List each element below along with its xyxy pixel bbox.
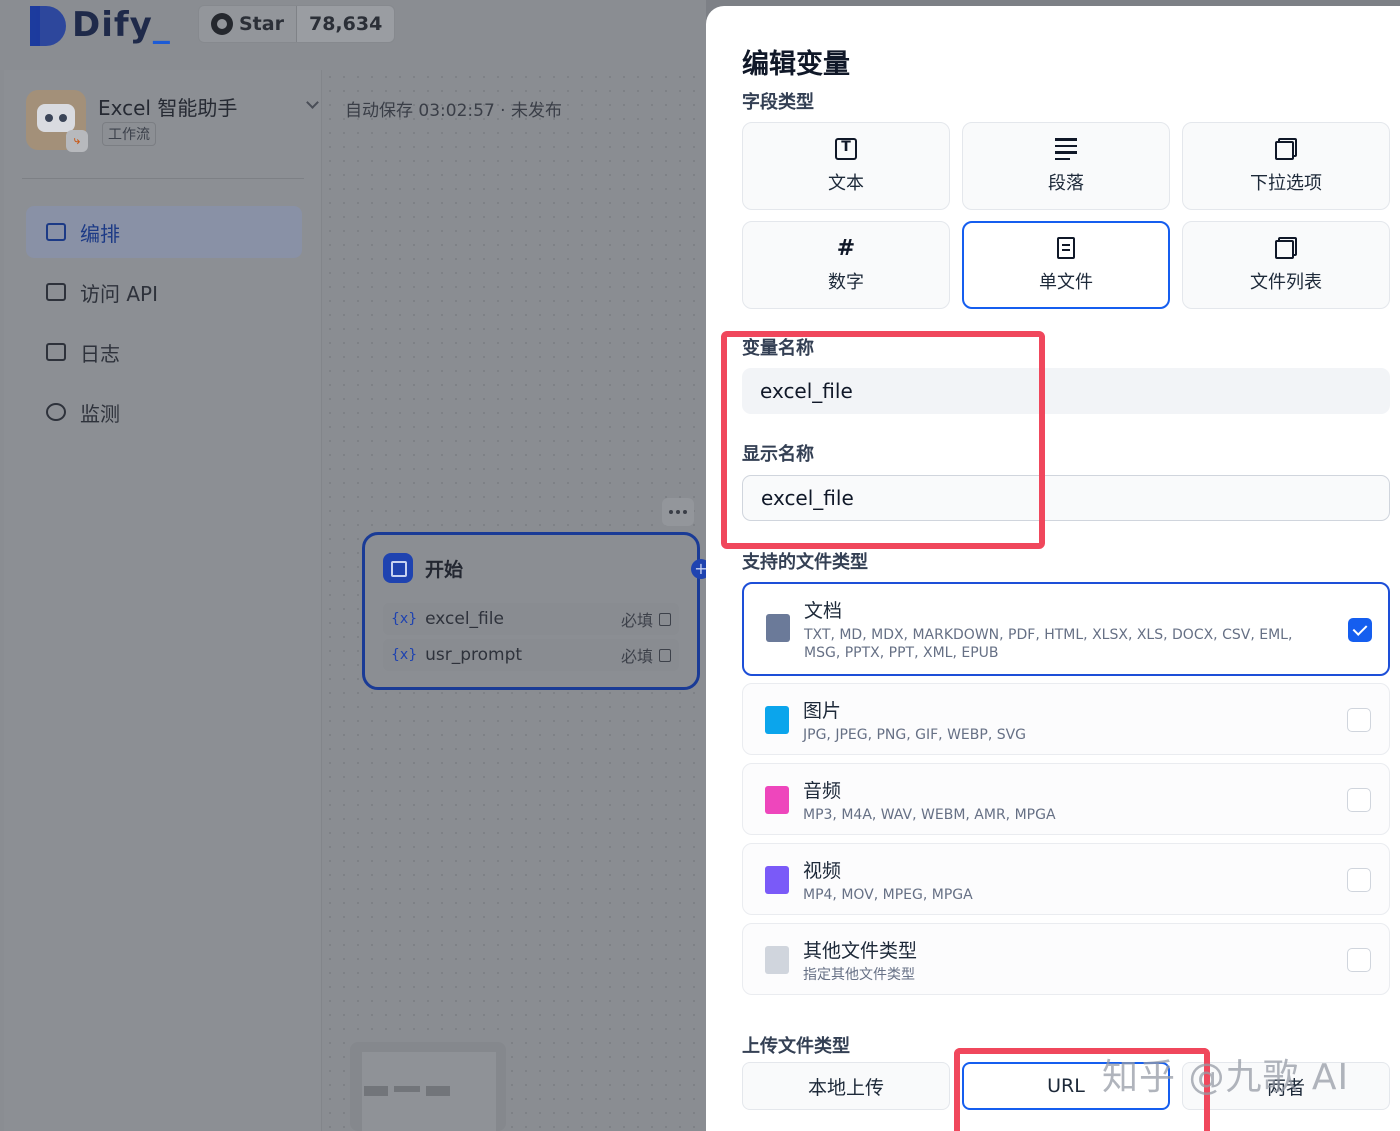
- field-type-label-single-file: 单文件: [1039, 272, 1093, 293]
- file-type-document[interactable]: 文档 TXT, MD, MDX, MARKDOWN, PDF, HTML, XL…: [742, 582, 1390, 676]
- file-list-icon: [1275, 237, 1297, 259]
- required-label: 必填: [620, 611, 653, 630]
- sidebar-item-label: 编排: [80, 221, 120, 246]
- image-icon: [765, 706, 789, 734]
- logo-text: Dify_: [72, 5, 171, 45]
- file-type-extensions: MP3, M4A, WAV, WEBM, AMR, MPGA: [803, 807, 1056, 823]
- field-type-number[interactable]: # 数字: [742, 221, 950, 309]
- paragraph-icon: [1055, 138, 1077, 160]
- file-type-other[interactable]: 其他文件类型 指定其他文件类型: [742, 923, 1390, 995]
- supported-file-types-label: 支持的文件类型: [742, 552, 868, 573]
- modal-title: 编辑变量: [742, 49, 850, 80]
- sidebar-item-orchestrate[interactable]: 编排: [26, 206, 302, 258]
- workflow-badge-icon: ⤷: [66, 130, 88, 152]
- select-icon: [1275, 138, 1297, 160]
- edit-variable-modal: 编辑变量 字段类型 文本 段落 下拉选项 # 数字 单文件 文件列表 变量名称 …: [706, 6, 1400, 1131]
- app-switcher[interactable]: ⤷ Excel 智能助手 工作流: [26, 90, 319, 160]
- audio-icon: [765, 786, 789, 814]
- watermark: 知乎 @九歌 AI: [1102, 1057, 1350, 1098]
- highlight-box: [721, 331, 1045, 549]
- github-icon: [211, 13, 233, 35]
- upload-file-type-label: 上传文件类型: [742, 1036, 850, 1057]
- variable-icon: {x}: [391, 647, 418, 663]
- hash-icon: #: [836, 235, 856, 261]
- autosave-status: 自动保存 03:02:57 · 未发布: [345, 101, 562, 121]
- field-type-label: 字段类型: [742, 92, 814, 113]
- required-label: 必填: [620, 647, 653, 666]
- file-type-extensions: JPG, JPEG, PNG, GIF, WEBP, SVG: [803, 727, 1027, 743]
- text-box-icon: [835, 138, 857, 160]
- image-checkbox[interactable]: [1347, 708, 1371, 732]
- field-type-single-file[interactable]: 单文件: [962, 221, 1170, 309]
- sidebar-item-logs[interactable]: 日志: [26, 326, 302, 378]
- field-type-label-text: 文本: [828, 173, 864, 194]
- chevron-down-icon[interactable]: [306, 96, 319, 109]
- app-name: Excel 智能助手: [98, 96, 238, 120]
- variable-name: excel_file: [425, 609, 504, 629]
- file-type-extensions: 指定其他文件类型: [803, 967, 915, 983]
- app-type-badge: 工作流: [102, 122, 156, 146]
- dify-logo-icon: [28, 4, 68, 46]
- video-icon: [765, 866, 789, 894]
- node-variable-row[interactable]: {x} usr_prompt 必填: [383, 639, 679, 671]
- layout-icon: [46, 223, 66, 241]
- logs-icon: [46, 343, 66, 361]
- sidebar-item-monitor[interactable]: 监测: [26, 386, 302, 438]
- file-type-title: 文档: [804, 600, 843, 622]
- dify-logo[interactable]: Dify_: [28, 4, 171, 46]
- file-type-icon: [659, 612, 671, 626]
- file-icon: [1057, 237, 1075, 259]
- field-type-file-list[interactable]: 文件列表: [1182, 221, 1390, 309]
- other-checkbox[interactable]: [1347, 948, 1371, 972]
- field-type-label-select: 下拉选项: [1250, 173, 1322, 194]
- node-title: 开始: [425, 558, 464, 581]
- top-bar: Dify_ Star 78,634: [0, 0, 706, 52]
- sidebar-item-label: 监测: [80, 401, 120, 426]
- github-star-button[interactable]: Star 78,634: [198, 5, 396, 43]
- home-icon: [383, 553, 413, 583]
- app-background: Dify_ Star 78,634 ⤷ Excel 智能助手 工作流 编排 访问…: [0, 0, 711, 1131]
- app-avatar: ⤷: [26, 90, 88, 152]
- node-variable-row[interactable]: {x} excel_file 必填: [383, 603, 679, 635]
- file-type-image[interactable]: 图片 JPG, JPEG, PNG, GIF, WEBP, SVG: [742, 683, 1390, 755]
- document-checkbox[interactable]: [1348, 618, 1372, 642]
- field-type-select[interactable]: 下拉选项: [1182, 122, 1390, 210]
- gauge-icon: [46, 403, 66, 421]
- document-icon: [766, 614, 790, 642]
- sidebar-item-label: 访问 API: [80, 281, 158, 306]
- video-checkbox[interactable]: [1347, 868, 1371, 892]
- file-type-extensions: TXT, MD, MDX, MARKDOWN, PDF, HTML, XLSX,…: [804, 627, 1293, 661]
- audio-checkbox[interactable]: [1347, 788, 1371, 812]
- field-type-paragraph[interactable]: 段落: [962, 122, 1170, 210]
- file-type-title: 音频: [803, 780, 842, 802]
- other-file-icon: [765, 946, 789, 974]
- sidebar: ⤷ Excel 智能助手 工作流 编排 访问 API 日志 监测: [4, 70, 322, 1131]
- terminal-icon: [46, 283, 66, 301]
- file-type-extensions: MP4, MOV, MPEG, MPGA: [803, 887, 973, 903]
- sidebar-divider: [22, 178, 304, 179]
- variable-name: usr_prompt: [425, 645, 523, 665]
- file-type-title: 视频: [803, 860, 842, 882]
- file-type-audio[interactable]: 音频 MP3, M4A, WAV, WEBM, AMR, MPGA: [742, 763, 1390, 835]
- minimap[interactable]: [350, 1042, 506, 1131]
- file-type-video[interactable]: 视频 MP4, MOV, MPEG, MPGA: [742, 843, 1390, 915]
- field-type-label-file-list: 文件列表: [1250, 272, 1322, 293]
- node-more-button[interactable]: [662, 498, 694, 526]
- field-type-text[interactable]: 文本: [742, 122, 950, 210]
- field-type-label-number: 数字: [828, 272, 864, 293]
- file-type-title: 其他文件类型: [803, 940, 918, 962]
- sidebar-item-api[interactable]: 访问 API: [26, 266, 302, 318]
- text-type-icon: [659, 648, 671, 662]
- github-star-count: 78,634: [295, 6, 395, 42]
- field-type-label-paragraph: 段落: [1048, 173, 1084, 194]
- sidebar-item-label: 日志: [80, 341, 120, 366]
- upload-local-option[interactable]: 本地上传: [742, 1062, 950, 1110]
- variable-icon: {x}: [391, 611, 418, 627]
- start-node[interactable]: 开始 + {x} excel_file 必填 {x} usr_prompt 必填: [362, 532, 711, 690]
- github-star-label: Star: [239, 13, 284, 35]
- file-type-title: 图片: [803, 700, 842, 722]
